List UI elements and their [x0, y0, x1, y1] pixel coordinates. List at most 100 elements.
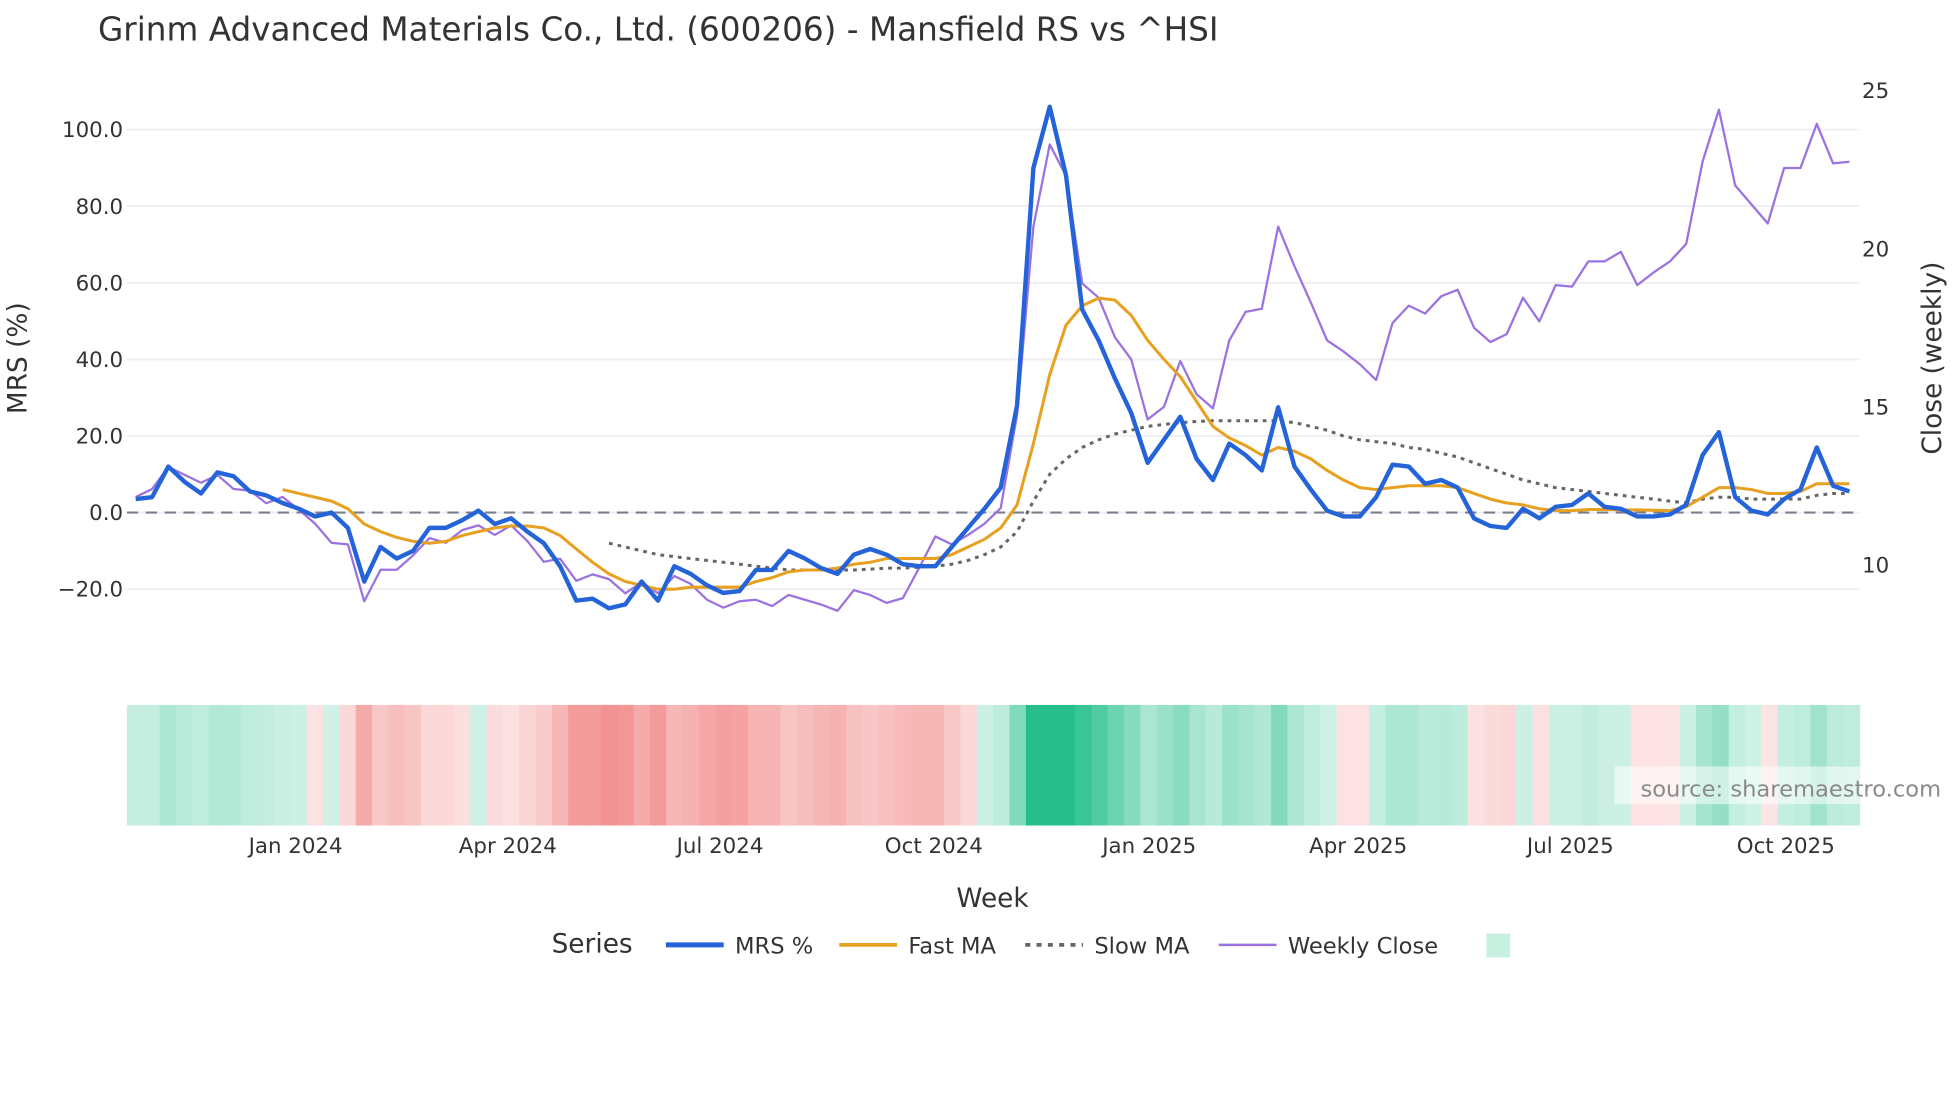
heatmap-cell: [944, 704, 962, 826]
heatmap-cell: [927, 704, 945, 826]
heatmap-cell: [1434, 704, 1452, 826]
heatmap-cell: [1745, 704, 1763, 826]
heatmap-cell: [1385, 704, 1403, 826]
heatmap-cell: [1074, 704, 1093, 826]
chart: Grinm Advanced Materials Co., Ltd. (6002…: [3, 10, 1948, 960]
heatmap-cell: [1597, 704, 1616, 826]
heatmap-cell: [682, 704, 700, 826]
heatmap-cell: [453, 704, 471, 826]
heatmap-cell: [1614, 704, 1632, 826]
heatmap-cell: [666, 704, 684, 826]
heatmap-cell: [1222, 704, 1240, 826]
y-axis-title: MRS (%): [3, 302, 33, 414]
y-tick-label: 40.0: [76, 348, 124, 373]
heatmap-cell: [617, 704, 635, 826]
heatmap-cell: [1516, 704, 1534, 826]
heatmap-cell: [1058, 704, 1076, 826]
heatmap-cell: [1156, 704, 1174, 826]
legend-item-fast-ma[interactable]: Fast MA: [839, 934, 997, 960]
x-tick-label: Apr 2024: [459, 834, 557, 859]
heatmap-cell: [192, 704, 210, 826]
y2-axis-ticks: 25 20 15 10: [1862, 79, 1889, 578]
heatmap-cell: [1696, 704, 1714, 826]
heatmap-cell: [1581, 704, 1599, 826]
heatmap-cell: [519, 704, 537, 826]
legend-title: Series: [552, 929, 633, 959]
heatmap-cell: [1336, 704, 1354, 826]
heatmap-cell: [1548, 704, 1567, 826]
y-tick-label: 100.0: [62, 118, 123, 143]
heatmap-cell: [535, 704, 553, 826]
heatmap-cell: [159, 704, 177, 826]
heatmap-cell: [143, 704, 161, 826]
heatmap-cell: [1025, 704, 1043, 826]
heatmap-cell: [895, 704, 913, 826]
heatmap-cell: [1189, 704, 1207, 826]
x-tick-label: Jul 2025: [1525, 834, 1614, 859]
x-tick-label: Jan 2024: [247, 834, 343, 859]
gridlines: [126, 128, 1860, 591]
heatmap-cell: [1401, 704, 1419, 826]
x-tick-label: Apr 2025: [1309, 834, 1407, 859]
legend-swatch-heatmap[interactable]: [1486, 933, 1511, 958]
heatmap-cell: [715, 704, 733, 826]
y-axis-ticks: 100.0 80.0 60.0 40.0 20.0 0.0 −20.0: [58, 118, 123, 602]
heatmap-cell: [502, 704, 520, 826]
heatmap-cell: [1123, 704, 1142, 826]
heatmap-cell: [372, 704, 390, 826]
heatmap-cell: [1843, 704, 1861, 826]
legend-label-fast-ma: Fast MA: [908, 934, 996, 960]
x-tick-label: Jan 2025: [1100, 834, 1196, 859]
heatmap-cell: [748, 704, 766, 826]
heatmap-cell: [1042, 704, 1060, 826]
heatmap-cell: [764, 704, 782, 826]
heatmap-cell: [1140, 704, 1158, 826]
heatmap-cell: [911, 704, 929, 826]
legend-label-slow-ma: Slow MA: [1094, 934, 1190, 960]
heatmap-cell: [1532, 704, 1550, 826]
heatmap-cell: [993, 704, 1011, 826]
x-axis-ticks: Jan 2024 Apr 2024 Jul 2024 Oct 2024 Jan 2025…: [247, 834, 1835, 859]
y-tick-label: 20.0: [76, 425, 124, 450]
heatmap-cell: [1826, 704, 1844, 826]
heatmap-cell: [960, 704, 978, 826]
heatmap-cell: [1320, 704, 1338, 826]
heatmap-cell: [290, 704, 308, 826]
heatmap-cell: [1091, 704, 1109, 826]
heatmap-cell: [486, 704, 504, 826]
heatmap-cell: [649, 704, 668, 826]
heatmap-cell: [1172, 704, 1191, 826]
x-tick-label: Jul 2024: [675, 834, 764, 859]
heatmap-cell: [274, 704, 292, 826]
heatmap-cell: [846, 704, 864, 826]
heatmap-cell: [829, 704, 847, 826]
heatmap-cell: [797, 704, 815, 826]
heatmap-cell: [1728, 704, 1746, 826]
heatmap-cell: [1271, 704, 1289, 826]
legend-item-weekly-close[interactable]: Weekly Close: [1218, 934, 1438, 960]
heatmap-cell: [224, 704, 243, 826]
heatmap-cell: [323, 704, 341, 826]
heatmap-cell: [633, 704, 651, 826]
heatmap-strip: [126, 704, 1861, 826]
y2-tick-label: 15: [1862, 395, 1889, 420]
heatmap-cell: [388, 704, 406, 826]
legend-item-slow-ma[interactable]: Slow MA: [1025, 934, 1190, 960]
heatmap-cell: [1450, 704, 1468, 826]
legend-item-mrs[interactable]: MRS %: [665, 934, 813, 960]
y2-tick-label: 10: [1862, 553, 1889, 578]
heatmap-cell: [780, 704, 798, 826]
heatmap-cell: [126, 704, 144, 826]
heatmap-cell: [1418, 704, 1436, 826]
heatmap-cell: [731, 704, 749, 826]
series-line-fast-ma: [282, 296, 1850, 591]
heatmap-cell: [1777, 704, 1795, 826]
heatmap-cell: [1761, 704, 1779, 826]
heatmap-cell: [421, 704, 439, 826]
heatmap-cell: [1205, 704, 1223, 826]
heatmap-cell: [306, 704, 324, 826]
y-tick-label: 80.0: [76, 195, 124, 220]
legend-label-weekly-close: Weekly Close: [1288, 934, 1438, 960]
heatmap-cell: [355, 704, 373, 826]
heatmap-cell: [1303, 704, 1321, 826]
